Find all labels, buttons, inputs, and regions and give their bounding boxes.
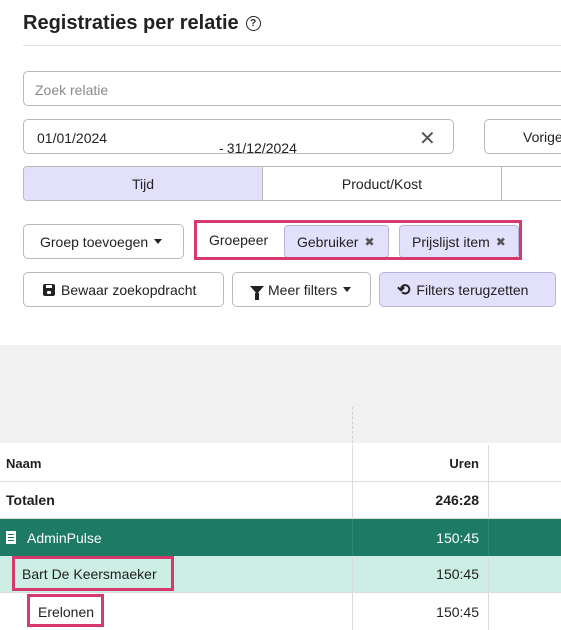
date-range-field[interactable]: 01/01/2024 - 31/12/2024 ✕ (23, 119, 454, 156)
totals-label: Totalen (6, 492, 55, 508)
more-filters-label: Meer filters (268, 281, 338, 298)
table-cell-empty (489, 519, 561, 556)
help-icon[interactable]: ? (245, 16, 261, 31)
page-title-text: Registraties per relatie (23, 12, 239, 34)
date-to-group: - 31/12/2024 (219, 130, 297, 156)
totals-row: Totalen 246:28 (0, 482, 561, 519)
building-icon (6, 531, 16, 544)
filter-card: Registraties per relatie ? Zoek relatie … (0, 0, 561, 345)
column-header-uren[interactable]: Uren (352, 445, 489, 481)
group-name-cell: AdminPulse (0, 519, 352, 556)
table-cell-empty (489, 593, 561, 630)
undo-icon: ⟲ (397, 281, 411, 299)
highlight-box-user (12, 556, 174, 591)
group-hours: 150:45 (352, 519, 489, 556)
column-header-naam[interactable]: Naam (0, 445, 352, 481)
floppy-disk-icon (43, 283, 55, 296)
caret-down-icon (343, 287, 352, 292)
type-tabs: Tijd Product/Kost (23, 166, 561, 201)
add-group-label: Groep toevoegen (40, 233, 149, 250)
page-title: Registraties per relatie ? (23, 12, 261, 35)
user-hours: 150:45 (352, 556, 489, 592)
table-row-group[interactable]: AdminPulse 150:45 (0, 519, 561, 556)
save-search-label: Bewaar zoekopdracht (61, 281, 197, 298)
totals-hours: 246:28 (352, 482, 489, 518)
add-group-button[interactable]: Groep toevoegen (23, 224, 184, 259)
table-spacer (0, 345, 561, 443)
table-cell-empty (489, 556, 561, 592)
highlight-box-groups (194, 220, 522, 260)
highlight-box-item (27, 594, 104, 627)
reset-filters-button[interactable]: ⟲ Filters terugzetten (379, 272, 556, 307)
table-cell-empty (489, 482, 561, 518)
reset-filters-label: Filters terugzetten (416, 281, 529, 298)
table-cell-empty (489, 445, 561, 481)
caret-down-icon (154, 239, 163, 244)
more-filters-button[interactable]: Meer filters (232, 272, 371, 307)
search-input[interactable]: Zoek relatie (23, 71, 561, 106)
save-search-button[interactable]: Bewaar zoekopdracht (23, 272, 224, 307)
date-from: 01/01/2024 (37, 130, 108, 146)
filter-funnel-icon (250, 285, 264, 300)
clear-date-icon[interactable]: ✕ (419, 126, 436, 151)
tab-product-kost[interactable]: Product/Kost (263, 167, 502, 200)
group-name: AdminPulse (27, 529, 102, 546)
item-hours: 150:45 (352, 593, 489, 630)
title-divider (23, 45, 561, 46)
tab-third[interactable] (502, 167, 561, 200)
report-table: Naam Uren Totalen 246:28 AdminPulse 150:… (0, 345, 561, 630)
previous-period-button[interactable]: Vorige (484, 119, 561, 154)
date-separator: - (219, 140, 224, 156)
date-to: 31/12/2024 (226, 140, 297, 156)
tab-tijd[interactable]: Tijd (24, 167, 263, 200)
table-header-row: Naam Uren (0, 445, 561, 482)
